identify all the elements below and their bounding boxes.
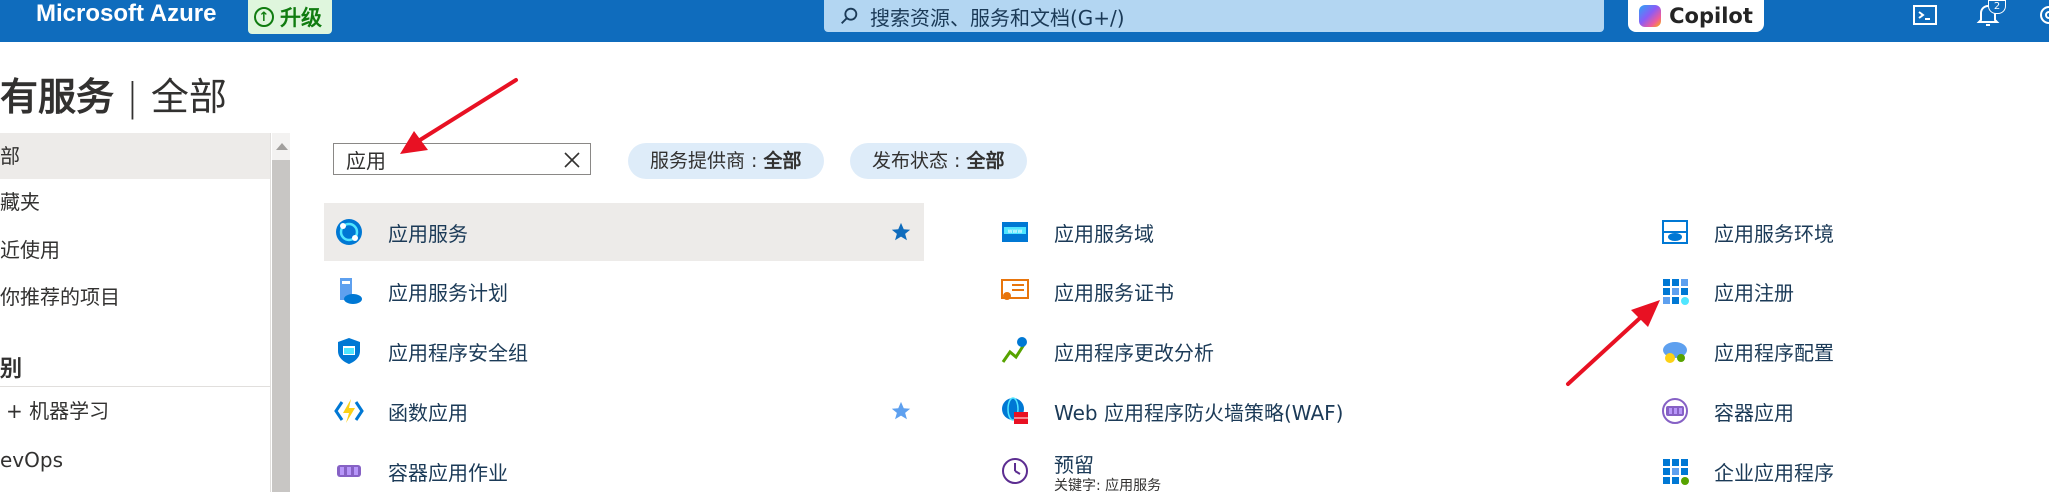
service-name: 容器应用作业 bbox=[388, 460, 508, 485]
service-keyword: 关键字: 应用服务 bbox=[1054, 477, 1162, 494]
service-function-app[interactable]: 函数应用 bbox=[324, 382, 924, 440]
container-app-icon bbox=[1662, 398, 1688, 424]
service-name: 应用程序安全组 bbox=[388, 340, 528, 365]
brand-title[interactable]: Microsoft Azure bbox=[36, 0, 216, 28]
service-container-app-job[interactable]: 容器应用作业 bbox=[324, 442, 924, 500]
service-name: 应用服务计划 bbox=[388, 280, 508, 305]
page-title: 有服务 | 全部 bbox=[0, 66, 227, 121]
service-name: Web 应用程序防火墙策略(WAF) bbox=[1054, 400, 1344, 425]
upgrade-arrow-icon: ↑ bbox=[254, 7, 274, 27]
service-waf-policy[interactable]: Web 应用程序防火墙策略(WAF) bbox=[990, 382, 1590, 440]
sidebar-item-recommended[interactable]: 你推荐的项目 bbox=[0, 274, 270, 320]
sidebar-item-all[interactable]: 部 bbox=[0, 133, 270, 179]
service-name: 应用服务证书 bbox=[1054, 280, 1174, 305]
service-name: 应用程序更改分析 bbox=[1054, 340, 1214, 365]
service-filter-field[interactable] bbox=[333, 143, 591, 175]
service-app-registration[interactable]: 应用注册 bbox=[1650, 262, 2030, 320]
reservation-icon bbox=[1002, 458, 1028, 484]
upgrade-label: 升级 bbox=[280, 6, 322, 30]
service-app-service[interactable]: 应用服务 bbox=[324, 203, 924, 261]
app-service-domain-icon: www bbox=[1002, 222, 1028, 242]
clear-filter-icon[interactable] bbox=[562, 150, 582, 170]
page-title-text: 有服务 bbox=[0, 75, 115, 119]
service-change-analysis[interactable]: 应用程序更改分析 bbox=[990, 322, 1590, 380]
category-sidebar: 部 藏夹 近使用 你推荐的项目 别 + 机器学习 evOps bbox=[0, 133, 271, 492]
service-filter-input[interactable] bbox=[346, 147, 546, 171]
sidebar-scroll-thumb[interactable] bbox=[272, 160, 290, 492]
app-security-group-icon bbox=[338, 338, 360, 364]
upgrade-button[interactable]: ↑ 升级 bbox=[248, 0, 332, 34]
service-name: 应用注册 bbox=[1714, 280, 1794, 305]
service-enterprise-app[interactable]: 企业应用程序 bbox=[1650, 442, 2030, 500]
app-service-environment-icon bbox=[1662, 220, 1688, 244]
sidebar-item-recent[interactable]: 近使用 bbox=[0, 227, 270, 273]
status-filter-label: 发布状态 : bbox=[872, 150, 967, 172]
provider-filter-label: 服务提供商 : bbox=[650, 150, 764, 172]
service-app-configuration[interactable]: 应用程序配置 bbox=[1650, 322, 2030, 380]
service-name: 应用服务域 bbox=[1054, 221, 1154, 246]
service-reservation[interactable]: 预留 关键字: 应用服务 bbox=[990, 442, 1590, 500]
service-container-app[interactable]: 容器应用 bbox=[1650, 382, 2030, 440]
service-name: 函数应用 bbox=[388, 400, 468, 425]
copilot-button[interactable]: Copilot bbox=[1628, 0, 1764, 32]
search-icon bbox=[841, 7, 858, 24]
service-name: 应用服务 bbox=[388, 221, 468, 246]
cloud-shell-icon[interactable] bbox=[1912, 2, 1938, 28]
scroll-up-arrow-icon[interactable] bbox=[276, 143, 288, 150]
service-name: 应用服务环境 bbox=[1714, 221, 1834, 246]
sidebar-item-favorites[interactable]: 藏夹 bbox=[0, 179, 270, 225]
notification-count-badge: 2 bbox=[1988, 0, 2006, 14]
app-configuration-icon bbox=[1663, 342, 1687, 363]
app-service-plan-icon bbox=[340, 278, 362, 304]
service-app-service-plan[interactable]: 应用服务计划 bbox=[324, 262, 924, 320]
change-analysis-icon bbox=[1001, 337, 1027, 363]
top-bar: Microsoft Azure ↑ 升级 搜索资源、服务和文档(G+/) Cop… bbox=[0, 0, 2049, 42]
sidebar-item-ai-ml[interactable]: + 机器学习 bbox=[0, 388, 276, 434]
status-filter-value: 全部 bbox=[966, 150, 1005, 172]
copilot-logo-icon bbox=[1639, 5, 1662, 27]
service-name: 预留 bbox=[1054, 452, 1094, 477]
sidebar-divider bbox=[0, 386, 270, 387]
search-placeholder: 搜索资源、服务和文档(G+/) bbox=[870, 5, 1125, 30]
svg-text:www: www bbox=[1008, 228, 1023, 235]
container-app-job-icon bbox=[337, 465, 361, 477]
page-subtitle: 全部 bbox=[150, 75, 227, 119]
app-registration-icon bbox=[1663, 279, 1689, 305]
favorite-star-icon[interactable] bbox=[890, 221, 912, 243]
service-app-service-environment[interactable]: 应用服务环境 bbox=[1650, 203, 2030, 261]
service-app-service-domain[interactable]: www 应用服务域 bbox=[990, 203, 1590, 261]
favorite-star-icon[interactable] bbox=[890, 400, 912, 422]
enterprise-app-icon bbox=[1663, 459, 1689, 485]
app-service-icon bbox=[336, 219, 362, 245]
sidebar-category-heading: 别 bbox=[0, 357, 23, 382]
service-name: 企业应用程序 bbox=[1714, 460, 1834, 485]
service-name: 应用程序配置 bbox=[1714, 340, 1834, 365]
global-search-input[interactable]: 搜索资源、服务和文档(G+/) bbox=[824, 0, 1604, 32]
settings-gear-icon[interactable] bbox=[2036, 2, 2049, 28]
title-separator: | bbox=[126, 75, 139, 119]
provider-filter-pill[interactable]: 服务提供商 : 全部 bbox=[628, 143, 824, 179]
waf-policy-icon bbox=[1002, 397, 1028, 424]
function-app-icon bbox=[334, 399, 364, 423]
sidebar-item-devops[interactable]: evOps bbox=[0, 437, 270, 483]
service-app-service-certificate[interactable]: 应用服务证书 bbox=[990, 262, 1590, 320]
provider-filter-value: 全部 bbox=[763, 150, 802, 172]
service-app-security-group[interactable]: 应用程序安全组 bbox=[324, 322, 924, 380]
status-filter-pill[interactable]: 发布状态 : 全部 bbox=[850, 143, 1027, 179]
service-name: 容器应用 bbox=[1714, 400, 1794, 425]
copilot-label: Copilot bbox=[1669, 4, 1753, 28]
app-service-certificate-icon bbox=[1001, 279, 1029, 300]
